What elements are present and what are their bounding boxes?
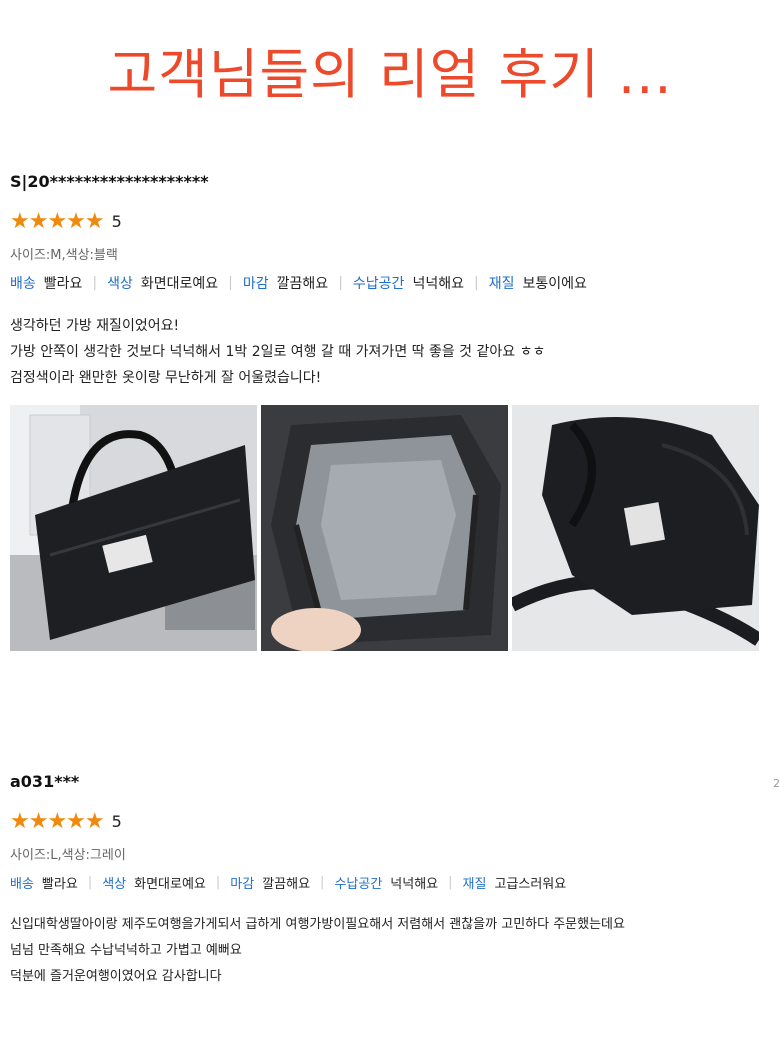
review-photo-bag-inside[interactable] [261, 405, 508, 651]
attribute-name: 수납공간 [334, 877, 383, 892]
rating: ★★★★★ 5 [10, 809, 780, 834]
page-number: 2 [773, 777, 780, 790]
review-line: 생각하던 가방 재질이었어요! [10, 318, 180, 334]
review-line: 가방 안쪽이 생각한 것보다 넉넉해서 1박 2일로 여행 갈 때 가져가면 딱… [10, 344, 546, 360]
attribute-list: 배송 빨라요 | 색상 화면대로예요 | 마감 깔끔해요 | 수납공간 넉넉해요 | 재… [10, 273, 780, 293]
star-rating-icon: ★★★★★ [10, 209, 105, 234]
attribute-name: 마감 [230, 877, 255, 892]
attribute-name: 수납공간 [352, 276, 405, 292]
review-photo-bag-strap[interactable] [512, 405, 759, 651]
review-item: S|20******************* ★★★★★ 5 사이즈:M,색상… [10, 172, 780, 651]
review-photos [10, 405, 780, 651]
divider: | [215, 875, 221, 890]
reviewer-name: S|20******************* [10, 172, 209, 191]
attribute-value: 넉넉해요 [390, 877, 439, 892]
rating-score: 5 [111, 812, 122, 831]
attribute-name: 재질 [488, 276, 515, 292]
attribute-value: 화면대로예요 [134, 877, 206, 892]
star-rating-icon: ★★★★★ [10, 809, 105, 834]
purchase-options: 사이즈:M,색상:블랙 [10, 248, 118, 263]
attribute-value: 넉넉해요 [412, 276, 464, 292]
divider: | [473, 275, 479, 291]
attribute-value: 깔끔해요 [262, 877, 311, 892]
divider: | [228, 275, 233, 291]
attribute-value: 깔끔해요 [276, 276, 329, 292]
review-text: 생각하던 가방 재질이었어요! 가방 안쪽이 생각한 것보다 넉넉해서 1박 2… [10, 313, 780, 391]
attribute-name: 색상 [102, 877, 127, 892]
attribute-name: 배송 [10, 276, 36, 292]
divider: | [320, 875, 325, 890]
divider: | [448, 875, 453, 890]
review-line: 검정색이라 왠만한 옷이랑 무난하게 잘 어울렸습니다! [10, 370, 322, 386]
attribute-list: 배송 빨라요 | 색상 화면대로예요 | 마감 깔끔해요 | 수납공간 넉넉해요 | 재… [10, 873, 780, 892]
attribute-value: 보통이에요 [522, 276, 587, 292]
attribute-value: 빨라요 [43, 276, 83, 292]
attribute-name: 색상 [107, 276, 133, 292]
attribute-value: 빨라요 [41, 877, 78, 892]
review-item: a031*** ★★★★★ 5 사이즈:L,색상:그레이 배송 빨라요 | 색상 화… [10, 772, 780, 990]
review-line: 덕분에 즐거운여행이였어요 감사합니다 [10, 969, 222, 984]
attribute-value: 화면대로예요 [140, 276, 219, 292]
reviewer-name: a031*** [10, 772, 80, 791]
divider: | [338, 275, 343, 291]
review-line: 신입대학생딸아이랑 제주도여행을가게되서 급하게 여행가방이필요해서 저렴해서 … [10, 917, 625, 932]
attribute-value: 고급스러워요 [494, 877, 567, 892]
attribute-name: 재질 [462, 877, 487, 892]
review-line: 넘넘 만족해요 수납넉넉하고 가볍고 예뻐요 [10, 943, 242, 958]
divider: | [87, 875, 93, 890]
review-text: 신입대학생딸아이랑 제주도여행을가게되서 급하게 여행가방이필요해서 저렴해서 … [10, 912, 780, 990]
attribute-name: 마감 [242, 276, 269, 292]
rating-score: 5 [111, 212, 122, 231]
purchase-options: 사이즈:L,색상:그레이 [10, 848, 126, 863]
rating: ★★★★★ 5 [10, 209, 780, 234]
attribute-name: 배송 [10, 877, 34, 892]
review-photo-bag-front[interactable] [10, 405, 257, 651]
page-title: 고객님들의 리얼 후기 ... [107, 43, 673, 106]
divider: | [92, 275, 98, 291]
